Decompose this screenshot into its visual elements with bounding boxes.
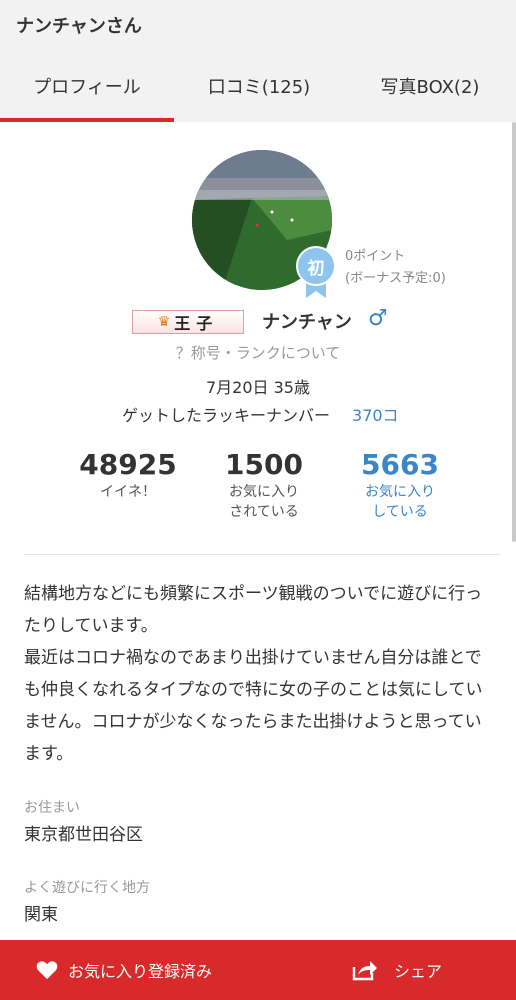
stat-value: 48925 — [79, 448, 177, 481]
stat-label: お気に入り — [365, 484, 435, 500]
lucky-number-value[interactable]: 370コ — [352, 406, 399, 425]
stat-likes: 48925 イイネ！ — [60, 448, 196, 522]
stat-label: お気に入り — [229, 484, 299, 500]
share-button-label: シェア — [394, 962, 443, 981]
bio-text: 結構地方などにも頻繁にスポーツ観戦のついでに遊びに行ったりしています。 最近はコ… — [0, 562, 516, 770]
male-icon: ♂ — [368, 306, 388, 331]
stat-label: している — [372, 504, 428, 520]
share-button[interactable]: シェア — [352, 940, 442, 1000]
residence-field: お住まい 東京都世田谷区 — [0, 796, 516, 850]
bio-paragraph: 結構地方などにも頻繁にスポーツ観戦のついでに遊びに行ったりしています。 — [24, 584, 483, 636]
divider — [24, 554, 500, 555]
stat-favoriting[interactable]: 5663 お気に入り している — [332, 448, 468, 522]
page-title: ナンチャンさん — [16, 16, 142, 37]
stat-value: 5663 — [361, 448, 439, 481]
stat-favorited-by[interactable]: 1500 お気に入り されている — [196, 448, 332, 522]
name-row: ♛ 王子 ナンチャン ♂ — [0, 306, 516, 336]
share-icon — [352, 961, 377, 981]
profile-card: 初 0ポイント (ボーナス予定:0) ♛ 王子 ナンチャン ♂ ？称号・ランクに… — [0, 122, 516, 562]
favorite-button[interactable]: お気に入り登録済み — [36, 940, 212, 1000]
favorite-button-label: お気に入り登録済み — [68, 962, 213, 981]
points-value: 0ポイント — [345, 249, 406, 264]
residence-value: 東京都世田谷区 — [24, 825, 143, 845]
bonus-value: (ボーナス予定:0) — [345, 271, 446, 286]
tab-profile[interactable]: プロフィール — [0, 50, 174, 122]
frequent-area-field: よく遊びに行く地方 関東 — [0, 876, 516, 930]
title-plate-label: 王子 — [174, 314, 219, 333]
frequent-area-label: よく遊びに行く地方 — [24, 880, 150, 896]
birthday-age: 7月20日 35歳 — [206, 378, 310, 397]
tab-bar: プロフィール 口コミ(125) 写真BOX(2) — [0, 50, 516, 122]
beginner-badge-icon: 初 — [296, 246, 336, 298]
lucky-number-label: ゲットしたラッキーナンバー — [122, 406, 331, 425]
points-info: 0ポイント (ボーナス予定:0) — [345, 246, 446, 290]
app-header: ナンチャンさん — [0, 0, 516, 50]
bottom-action-bar: お気に入り登録済み シェア — [0, 940, 516, 1000]
username: ナンチャン — [262, 312, 352, 333]
frequent-area-value: 関東 — [24, 905, 58, 925]
bio-paragraph: 最近はコロナ禍なのであまり出掛けていません自分は誰とでも仲良くなれるタイプなので… — [24, 648, 483, 764]
stat-label: イイネ！ — [100, 484, 156, 500]
stats-row: 48925 イイネ！ 1500 お気に入り されている 5663 お気に入り し… — [60, 448, 470, 522]
lucky-number-row: ゲットしたラッキーナンバー 370コ — [122, 402, 399, 426]
tab-photo-box[interactable]: 写真BOX(2) — [344, 50, 516, 122]
crown-icon: ♛ — [157, 314, 171, 330]
heart-icon — [36, 961, 58, 980]
rank-info-link[interactable]: ？称号・ランクについて — [0, 342, 516, 363]
stat-label: されている — [229, 504, 299, 520]
stat-value: 1500 — [225, 448, 303, 481]
tab-reviews[interactable]: 口コミ(125) — [174, 50, 344, 122]
badge-label: 初 — [307, 259, 325, 279]
residence-label: お住まい — [24, 800, 80, 816]
title-plate: ♛ 王子 — [132, 310, 244, 334]
